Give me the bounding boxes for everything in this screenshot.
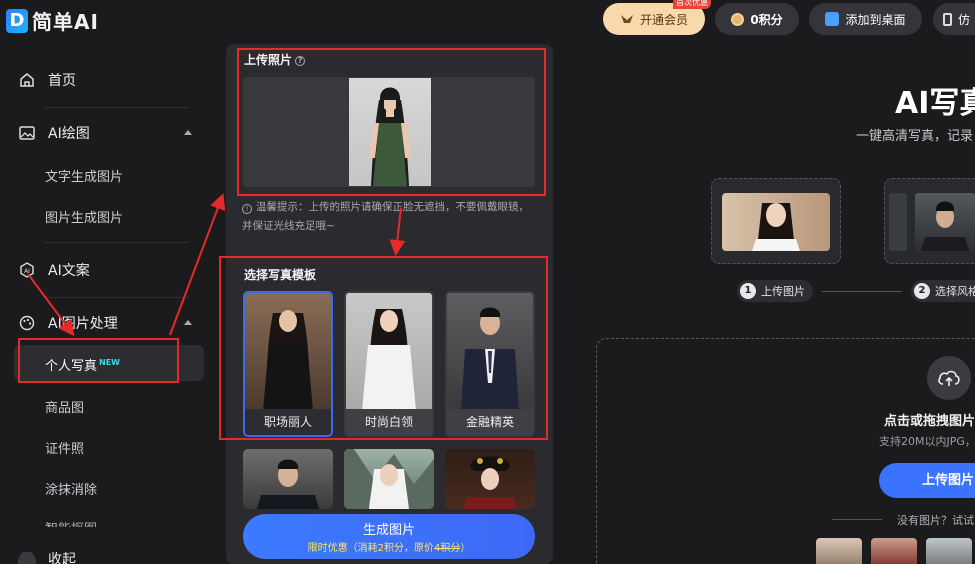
annotation-arrows-icon: [27, 193, 406, 337]
